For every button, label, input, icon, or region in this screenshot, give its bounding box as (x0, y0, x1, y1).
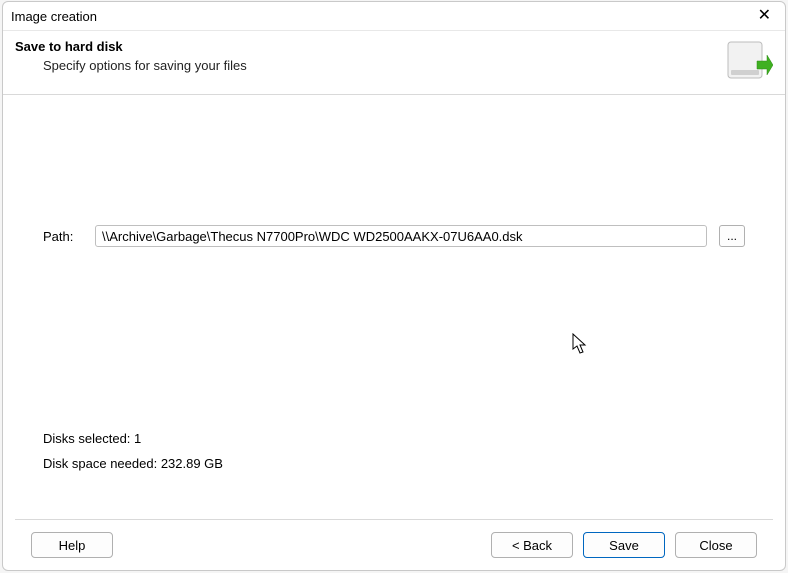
path-row: Path: ... (43, 225, 745, 247)
image-creation-dialog: Image creation ✕ Save to hard disk Speci… (2, 1, 786, 571)
path-label: Path: (43, 229, 83, 244)
window-title: Image creation (11, 9, 97, 24)
close-button[interactable]: Close (675, 532, 757, 558)
status-block: Disks selected: 1 Disk space needed: 232… (43, 427, 745, 476)
space-needed-value: 232.89 GB (161, 456, 223, 471)
wizard-content: Path: ... Disks selected: 1 Disk space n… (3, 95, 785, 519)
hard-disk-save-icon (723, 39, 773, 84)
titlebar: Image creation ✕ (3, 2, 785, 31)
back-button[interactable]: < Back (491, 532, 573, 558)
wizard-header: Save to hard disk Specify options for sa… (3, 31, 785, 95)
close-icon[interactable]: ✕ (752, 6, 777, 26)
disks-selected-line: Disks selected: 1 (43, 427, 745, 452)
disks-selected-value: 1 (134, 431, 141, 446)
help-button[interactable]: Help (31, 532, 113, 558)
disks-selected-label: Disks selected: (43, 431, 130, 446)
space-needed-line: Disk space needed: 232.89 GB (43, 452, 745, 477)
space-needed-label: Disk space needed: (43, 456, 157, 471)
wizard-footer: Help < Back Save Close (15, 519, 773, 570)
page-title: Save to hard disk (15, 39, 247, 54)
save-button[interactable]: Save (583, 532, 665, 558)
page-subtitle: Specify options for saving your files (43, 58, 247, 73)
browse-button[interactable]: ... (719, 225, 745, 247)
path-input[interactable] (95, 225, 707, 247)
